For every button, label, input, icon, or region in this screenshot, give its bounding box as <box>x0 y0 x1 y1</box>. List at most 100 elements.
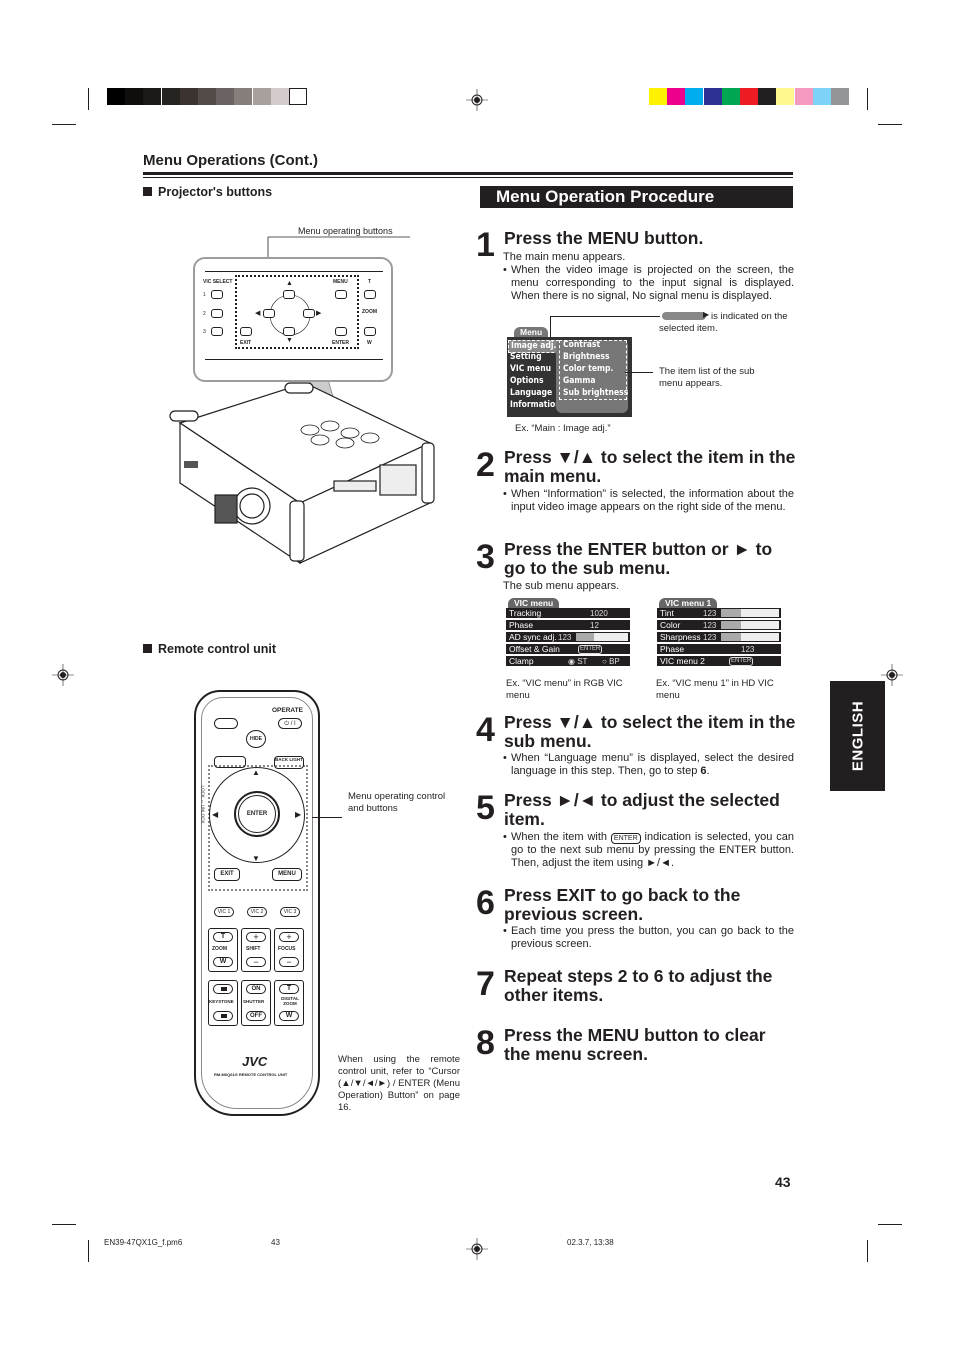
operate-label: OPERATE <box>272 707 303 714</box>
osd-menu-row[interactable]: Tracking 1020 <box>506 608 630 619</box>
shift-plus-button[interactable]: + <box>246 932 266 942</box>
up-arrow-icon: ▲ <box>286 280 293 287</box>
osd-menu-row[interactable]: Offset & Gain ENTER <box>506 644 630 655</box>
down-arrow-icon[interactable]: ▼ <box>252 854 260 863</box>
blank-button-2[interactable] <box>214 756 246 768</box>
osd-rgb-vic-menu: Tracking 1020 Phase 12 AD sync adj. 123 Offset… <box>506 608 630 669</box>
osd-menu-row[interactable]: Sharpness 123 <box>657 632 781 643</box>
right-arrow-icon: ▶ <box>316 310 322 317</box>
step-title: Press ▼/▲ to select the item in the sub … <box>504 712 796 751</box>
hide-button[interactable]: HIDE <box>246 730 266 748</box>
keystone-label: KEYSTONE <box>209 999 234 1004</box>
osd-menu-row[interactable]: Phase 12 <box>506 620 630 631</box>
step-number: 4 <box>476 711 495 749</box>
zoom-w-label: W <box>367 340 372 346</box>
panel-rule <box>205 359 383 360</box>
vic3-button[interactable]: VIC 3 <box>280 907 300 917</box>
power-button[interactable]: ⏻ / I <box>278 718 302 729</box>
osd-level-bar[interactable] <box>721 621 779 629</box>
vic2-button[interactable] <box>211 309 223 318</box>
focus-label: FOCUS <box>278 946 296 952</box>
osd-level-bar[interactable] <box>576 633 628 641</box>
step-number: 8 <box>476 1024 495 1062</box>
menu-button[interactable]: MENU <box>272 868 302 881</box>
digital-zoom-tele-button[interactable]: T <box>279 984 299 994</box>
menu-button[interactable] <box>335 290 347 299</box>
enter-button[interactable] <box>335 327 347 336</box>
osd-main-item[interactable]: VIC menu <box>510 364 551 375</box>
shift-minus-button[interactable]: − <box>246 957 266 967</box>
vic3-button[interactable] <box>211 327 223 336</box>
crop-mark <box>878 1224 902 1225</box>
blank-button[interactable] <box>214 718 238 729</box>
zoom-t-button[interactable] <box>364 290 376 299</box>
osd-row-label: Tint <box>660 608 674 618</box>
focus-minus-button[interactable]: − <box>279 957 299 967</box>
osd-row-value: 123 <box>558 633 572 642</box>
left-arrow-icon[interactable]: ◀ <box>212 810 218 819</box>
enter-label: ENTER <box>332 340 349 346</box>
osd-menu-row[interactable]: VIC menu 2 ENTER <box>657 656 781 667</box>
osd-sub-item[interactable]: Brightness <box>563 352 610 363</box>
radio-selected-icon[interactable]: ◉ ST <box>568 656 587 667</box>
color-swatch <box>776 88 795 105</box>
digital-zoom-wide-button[interactable]: W <box>279 1011 299 1021</box>
keystone-down-icon <box>221 1014 227 1018</box>
osd-row-label: Tracking <box>509 608 542 618</box>
zoom-wide-button[interactable]: W <box>213 957 233 967</box>
osd-sub-item[interactable]: Contrast <box>563 340 600 351</box>
up-arrow-icon[interactable]: ▲ <box>252 768 260 777</box>
osd-level-fill <box>721 633 742 641</box>
osd-main-item[interactable]: Information <box>510 400 561 411</box>
osd-menu-row[interactable]: AD sync adj. 123 <box>506 632 630 643</box>
osd-level-bar[interactable] <box>721 633 779 641</box>
shutter-off-button[interactable]: OFF <box>246 1011 266 1021</box>
osd-row-value: 123 <box>703 609 717 618</box>
vic-select-label: VIC SELECT <box>203 279 233 285</box>
step-bullet: When “Information” is selected, the info… <box>503 488 794 514</box>
back-light-button[interactable]: BACK LIGHT <box>274 756 304 769</box>
radio-unselected-icon[interactable]: ○ BP <box>602 656 620 667</box>
step-number: 5 <box>476 789 495 827</box>
osd-main-item[interactable]: Language <box>510 388 552 399</box>
left-button[interactable] <box>263 309 275 318</box>
exit-label: EXIT <box>240 340 252 346</box>
zoom-tele-button[interactable]: T <box>213 932 233 942</box>
keystone-up-button[interactable] <box>213 984 233 994</box>
step-intro: The sub menu appears. <box>503 580 620 592</box>
step-number: 6 <box>476 884 495 922</box>
up-button[interactable] <box>283 290 295 299</box>
vic1-button[interactable] <box>211 290 223 299</box>
osd-main-item[interactable]: Setting <box>510 352 542 363</box>
sublist-note: The item list of the sub menu appears. <box>659 366 755 389</box>
osd-row-label: Phase <box>660 644 685 654</box>
osd-level-bar[interactable] <box>721 609 779 617</box>
osd-menu-row[interactable]: Clamp ◉ ST ○ BP <box>506 656 630 667</box>
zoom-w-button[interactable] <box>364 327 376 336</box>
exit-button[interactable]: EXIT <box>214 868 240 881</box>
right-arrow-icon[interactable]: ▶ <box>295 810 301 819</box>
osd-sub-item[interactable]: Sub brightness <box>563 388 628 399</box>
registration-mark-icon <box>466 1238 488 1260</box>
remote-callout: Menu operating control and buttons <box>348 791 446 814</box>
vic2-button[interactable]: VIC 2 <box>247 907 267 917</box>
color-swatch <box>794 88 813 105</box>
exit-button[interactable] <box>240 327 252 336</box>
osd-main-item[interactable]: Options <box>510 376 544 387</box>
right-button[interactable] <box>303 309 315 318</box>
down-button[interactable] <box>283 327 295 336</box>
keystone-down-button[interactable] <box>213 1011 233 1021</box>
osd-sub-item[interactable]: Color temp. <box>563 364 613 375</box>
osd-menu-row[interactable]: Phase 123 <box>657 644 781 655</box>
focus-plus-button[interactable]: + <box>279 932 299 942</box>
keystone-up-icon <box>221 987 227 991</box>
osd-menu-row[interactable]: Tint 123 <box>657 608 781 619</box>
gray-swatch <box>143 88 162 105</box>
footer-datetime: 02.3.7, 13:38 <box>567 1238 614 1247</box>
shutter-on-button[interactable]: ON <box>246 984 266 994</box>
crop-mark <box>878 124 902 125</box>
osd-sub-item[interactable]: Gamma <box>563 376 596 387</box>
vic1-button[interactable]: VIC 1 <box>214 907 234 917</box>
osd-menu-row[interactable]: Color 123 <box>657 620 781 631</box>
enter-button[interactable]: ENTER <box>238 795 276 833</box>
